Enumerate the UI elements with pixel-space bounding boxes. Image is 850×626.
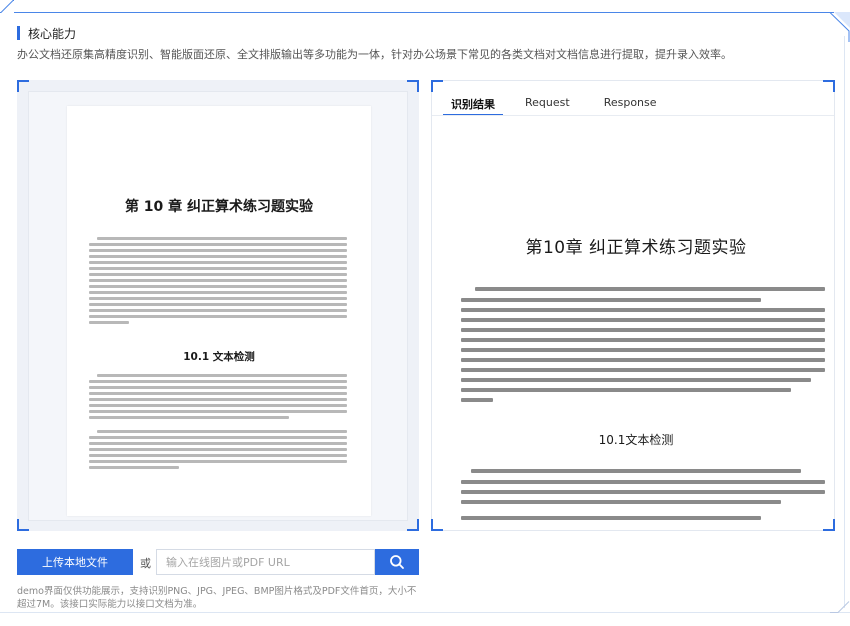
doc-chapter-title: 第 10 章 纠正算术练习题实验 <box>124 199 314 215</box>
tab-request[interactable]: Request <box>525 90 570 116</box>
title-accent-bar <box>17 26 20 40</box>
frame-right-border <box>844 36 845 608</box>
document-page-image: 第 10 章 纠正算术练习题实验 10.1 文本检测 <box>67 106 371 516</box>
search-button[interactable] <box>375 549 419 575</box>
result-section-title: 10.1文本检测 <box>598 433 674 447</box>
upload-local-file-button[interactable]: 上传本地文件 <box>17 549 133 575</box>
frame-corner-decoration <box>830 601 850 613</box>
result-chapter-title: 第10章 纠正算术练习题实验 <box>525 238 747 258</box>
tab-recognition-result[interactable]: 识别结果 <box>443 90 503 116</box>
section-header: 核心能力 <box>17 25 76 41</box>
frame-corner-decoration <box>820 12 850 42</box>
document-preview-scroll[interactable]: 第 10 章 纠正算术练习题实验 10.1 文本检测 <box>28 91 408 521</box>
frame-top-border <box>14 12 834 13</box>
demo-note: demo界面仅供功能展示，支持识别PNG、JPG、JPEG、BMP图片格式及PD… <box>17 586 417 610</box>
section-description: 办公文档还原集高精度识别、智能版面还原、全文排版输出等多功能为一体，针对办公场景… <box>17 48 732 61</box>
result-content-scroll[interactable]: 第10章 纠正算术练习题实验 10.1文本检测 <box>443 125 829 525</box>
frame-corner-marker <box>407 519 419 531</box>
frame-bottom-border <box>0 612 850 613</box>
frame-corner-marker <box>431 519 443 531</box>
search-icon <box>390 555 404 569</box>
doc-section-title: 10.1 文本检测 <box>183 351 255 363</box>
result-tabs: 识别结果 Request Response <box>443 90 691 116</box>
tabs-divider <box>432 115 834 116</box>
frame-corner-marker <box>823 80 835 92</box>
frame-corner-decoration <box>0 0 14 13</box>
document-preview-panel: 第 10 章 纠正算术练习题实验 10.1 文本检测 <box>17 80 419 531</box>
frame-corner-marker <box>407 80 419 92</box>
or-label: 或 <box>140 557 151 570</box>
tab-response[interactable]: Response <box>604 90 657 116</box>
section-title: 核心能力 <box>28 26 77 41</box>
frame-corner-marker <box>431 80 443 92</box>
recognition-result-panel: 识别结果 Request Response 第10章 纠正算术练习题实验 10.… <box>431 80 835 531</box>
url-input[interactable] <box>156 549 375 575</box>
